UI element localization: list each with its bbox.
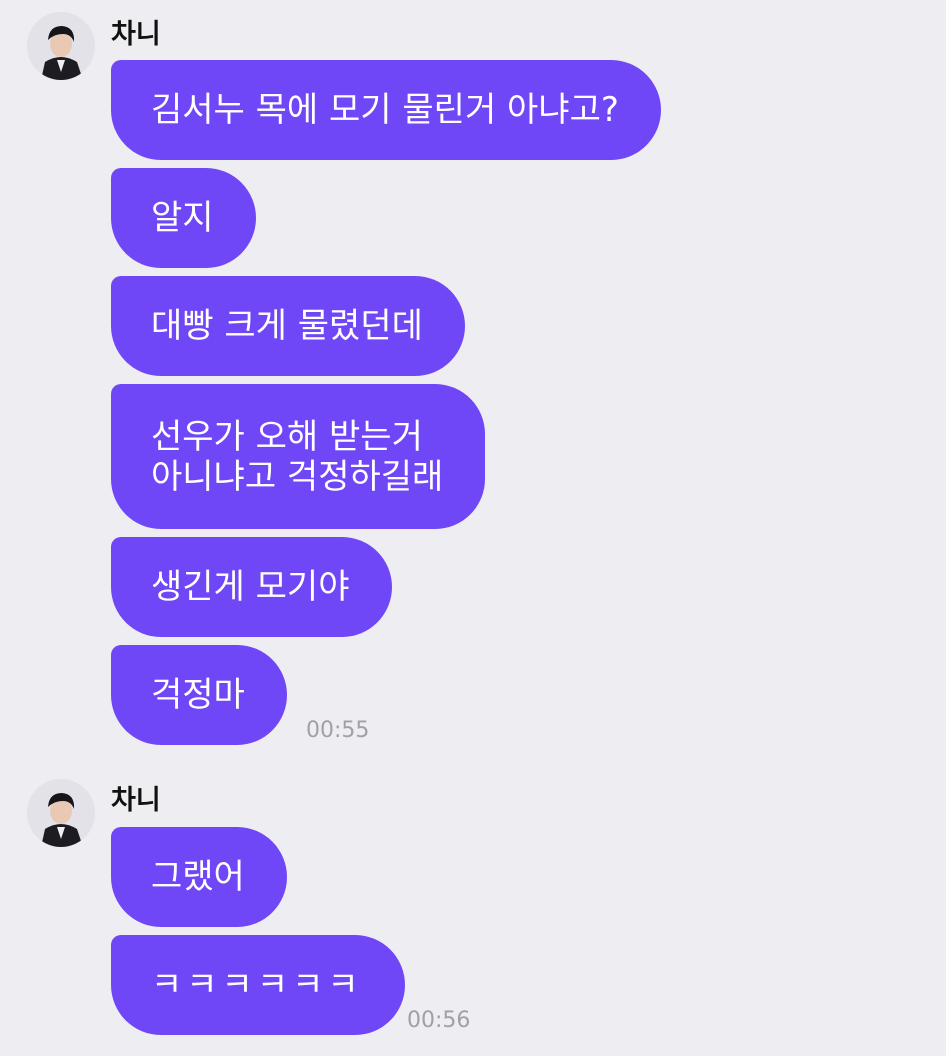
message-bubble[interactable]: 생긴게 모기야 (111, 537, 392, 637)
sender-name: 차니 (111, 785, 161, 816)
message-text: 생긴게 모기야 (151, 567, 350, 607)
message-bubble[interactable]: 걱정마 (111, 645, 287, 745)
message-bubble[interactable]: 대빵 크게 물렸던데 (111, 276, 465, 376)
message-bubble[interactable]: 알지 (111, 168, 256, 268)
sender-name: 차니 (111, 19, 161, 50)
message-text-line: 선우가 오해 받는거 (151, 416, 423, 457)
message-text: 대빵 크게 물렸던데 (151, 306, 423, 346)
message-text-line: 아니냐고 걱정하길래 (151, 456, 444, 497)
avatar[interactable] (27, 779, 95, 847)
message-text: 김서누 목에 모기 물린거 아냐고? (151, 90, 619, 130)
avatar[interactable] (27, 12, 95, 80)
timestamp: 00:56 (407, 1008, 471, 1033)
message-bubble[interactable]: 선우가 오해 받는거 아니냐고 걱정하길래 (111, 384, 486, 529)
message-text: 걱정마 (151, 675, 245, 715)
timestamp: 00:55 (306, 718, 370, 743)
message-text: 알지 (151, 198, 214, 238)
profile-photo-icon (27, 779, 95, 847)
message-bubble[interactable]: ㅋㅋㅋㅋㅋㅋ (111, 935, 405, 1035)
message-text: ㅋㅋㅋㅋㅋㅋ (151, 965, 363, 1005)
profile-photo-icon (27, 12, 95, 80)
message-text: 그랬어 (151, 857, 245, 897)
message-bubble[interactable]: 그랬어 (111, 827, 287, 927)
message-bubble[interactable]: 김서누 목에 모기 물린거 아냐고? (111, 60, 661, 160)
